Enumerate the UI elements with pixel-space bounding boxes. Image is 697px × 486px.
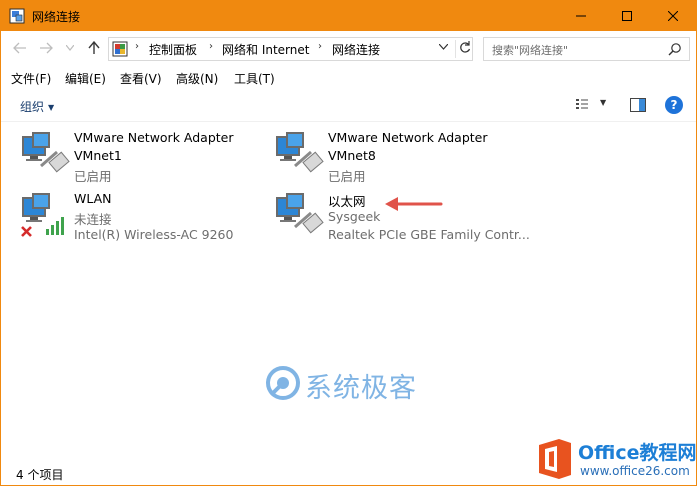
adapter-status: 已启用 xyxy=(74,169,112,184)
back-arrow-icon xyxy=(13,42,26,54)
menu-tools[interactable]: 工具(T) xyxy=(234,70,275,87)
command-bar: 组织 ▼ ▼ ? xyxy=(1,91,696,122)
change-view-icon[interactable] xyxy=(575,98,589,112)
adapter-status: 未连接 xyxy=(74,212,112,227)
watermark-logo-icon xyxy=(266,366,300,400)
watermark: 系统极客 xyxy=(265,363,435,404)
breadcrumb-network-connections[interactable]: 网络连接 xyxy=(332,41,380,58)
wireless-adapter-icon xyxy=(21,193,64,237)
adapter-device: Realtek PCIe GBE Family Contr... xyxy=(328,227,530,242)
brand-name: Office教程网 xyxy=(578,442,697,464)
preview-pane-icon[interactable] xyxy=(630,98,646,112)
item-count: 4 个项目 xyxy=(16,468,64,482)
brand-logo: Office教程网 www.office26.com xyxy=(531,433,696,485)
network-connections-icon xyxy=(9,8,25,24)
minimize-icon xyxy=(576,15,586,17)
adapter-name: WLAN xyxy=(74,191,112,206)
adapter-vmnet8[interactable]: VMware Network Adapter VMnet8 已启用 xyxy=(275,130,525,186)
recent-locations-button[interactable] xyxy=(61,39,79,57)
chevron-down-icon xyxy=(66,45,74,51)
adapter-name: VMware Network Adapter xyxy=(74,130,234,145)
up-arrow-icon xyxy=(88,41,100,54)
menu-edit[interactable]: 编辑(E) xyxy=(65,70,106,87)
view-options-chevron-icon[interactable]: ▼ xyxy=(600,98,606,107)
address-history-chevron-icon[interactable] xyxy=(438,43,449,53)
control-panel-icon xyxy=(112,41,128,57)
breadcrumb-separator-icon[interactable]: › xyxy=(318,41,322,52)
title-bar[interactable]: 网络连接 xyxy=(1,1,696,31)
minimize-button[interactable] xyxy=(558,1,604,31)
office-logo-icon xyxy=(539,439,571,479)
menu-view[interactable]: 查看(V) xyxy=(120,70,162,87)
adapter-status: 已启用 xyxy=(328,169,366,184)
search-icon[interactable] xyxy=(668,42,682,56)
explorer-window: 网络连接 › 控制面板 › 网络和 Internet › 网络连接 搜索"网络连… xyxy=(0,0,697,486)
breadcrumb-network-internet[interactable]: 网络和 Internet xyxy=(222,41,309,58)
close-button[interactable] xyxy=(650,1,696,31)
brand-url: www.office26.com xyxy=(580,464,690,478)
refresh-icon xyxy=(460,41,471,53)
chevron-down-icon: ▼ xyxy=(48,103,55,112)
adapter-vmnet1[interactable]: VMware Network Adapter VMnet1 已启用 xyxy=(21,130,271,186)
organize-button[interactable]: 组织 ▼ xyxy=(20,98,54,115)
adapter-network: Sysgeek xyxy=(328,209,381,224)
network-adapter-icon xyxy=(22,132,70,173)
search-input[interactable]: 搜索"网络连接" xyxy=(492,42,568,58)
adapter-device: VMnet1 xyxy=(74,148,122,163)
window-title: 网络连接 xyxy=(32,10,81,24)
up-button[interactable] xyxy=(85,39,103,57)
close-icon xyxy=(668,11,678,21)
menu-file[interactable]: 文件(F) xyxy=(11,70,51,87)
watermark-text: 系统极客 xyxy=(305,373,417,404)
ethernet-adapter-icon xyxy=(276,193,324,234)
maximize-icon xyxy=(622,11,632,21)
menu-advanced[interactable]: 高级(N) xyxy=(176,70,218,87)
navigation-bar: › 控制面板 › 网络和 Internet › 网络连接 搜索"网络连接" xyxy=(1,31,696,65)
breadcrumb-separator-icon[interactable]: › xyxy=(135,41,139,52)
network-adapter-icon xyxy=(276,132,324,173)
connections-list: VMware Network Adapter VMnet1 已启用 VMware… xyxy=(1,122,696,462)
refresh-button[interactable] xyxy=(455,40,471,58)
adapter-name: VMware Network Adapter xyxy=(328,130,488,145)
breadcrumb-control-panel[interactable]: 控制面板 xyxy=(149,41,197,58)
forward-arrow-icon xyxy=(40,42,53,54)
breadcrumb-separator-icon[interactable]: › xyxy=(209,41,213,52)
annotation-arrow-icon xyxy=(385,197,443,211)
organize-label: 组织 xyxy=(20,100,45,114)
maximize-button[interactable] xyxy=(604,1,650,31)
adapter-device: VMnet8 xyxy=(328,148,376,163)
forward-button[interactable] xyxy=(37,39,55,57)
address-bar[interactable]: › 控制面板 › 网络和 Internet › 网络连接 xyxy=(108,37,473,61)
adapter-name: 以太网 xyxy=(328,194,366,209)
adapter-device: Intel(R) Wireless-AC 9260 xyxy=(74,227,234,242)
adapter-wlan[interactable]: WLAN 未连接 Intel(R) Wireless-AC 9260 xyxy=(21,191,271,247)
menu-bar: 文件(F) 编辑(E) 查看(V) 高级(N) 工具(T) xyxy=(1,67,696,89)
back-button[interactable] xyxy=(11,39,29,57)
help-button[interactable]: ? xyxy=(665,96,683,114)
search-box[interactable]: 搜索"网络连接" xyxy=(483,37,690,61)
